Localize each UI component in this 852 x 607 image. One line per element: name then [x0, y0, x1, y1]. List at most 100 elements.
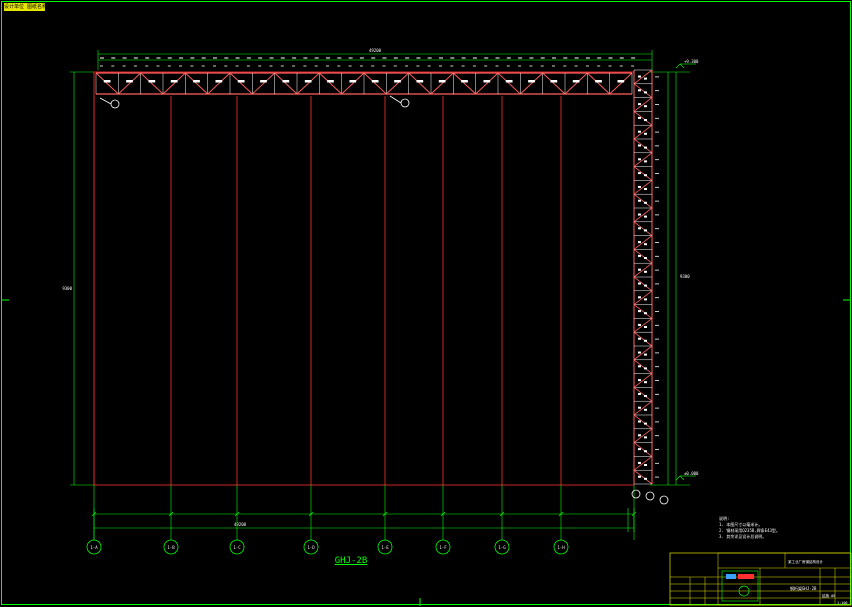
- column-diagonal: [633, 221, 653, 236]
- column-plate: [644, 298, 647, 301]
- axis-label: 1-H: [557, 545, 565, 550]
- gusset-plate: [394, 80, 401, 83]
- column-plate: [638, 241, 641, 244]
- gusset-plate: [505, 80, 513, 83]
- left-dim-text: 9300: [62, 286, 72, 291]
- column-diagonal: [633, 83, 653, 98]
- column-plate: [644, 422, 647, 425]
- column-plate: [638, 475, 641, 478]
- column-plate: [638, 172, 641, 175]
- title-block-scale: 1:100: [837, 601, 848, 605]
- column-plate: [644, 450, 647, 453]
- column-diagonal: [633, 359, 653, 374]
- gusset-plate: [282, 80, 290, 83]
- column-diagonal: [633, 318, 653, 333]
- elevation-mark-top: +9.300: [675, 59, 699, 69]
- column-plate: [638, 296, 641, 299]
- gusset-plate: [126, 80, 133, 83]
- column-plate: [638, 448, 641, 451]
- drawing-title: GHJ-2B: [334, 556, 368, 566]
- truss-diagonal: [609, 72, 633, 95]
- truss-diagonal: [341, 72, 365, 95]
- truss-diagonal: [520, 72, 543, 95]
- right-dim-text: 9300: [680, 274, 690, 279]
- column-plate: [638, 365, 641, 368]
- column-diagonal: [633, 345, 653, 361]
- title-block-project: 某工业厂房钢结构设计: [788, 559, 823, 564]
- truss-diagonal: [453, 72, 476, 95]
- column-diagonal: [633, 152, 653, 167]
- gusset-plate: [528, 80, 535, 83]
- gusset-plate: [170, 80, 178, 83]
- column-plate: [644, 243, 647, 246]
- column-diagonal: [633, 262, 653, 278]
- column-plate: [638, 130, 641, 133]
- right-truss: [633, 69, 659, 485]
- column-plate: [644, 256, 647, 259]
- axis-label: 1-B: [167, 545, 175, 550]
- column-diagonal: [633, 276, 653, 292]
- column-plate: [638, 461, 641, 464]
- truss-diagonal: [497, 72, 521, 95]
- column-plate: [638, 379, 641, 382]
- elevation-outline: [93, 71, 635, 486]
- column-diagonal: [633, 304, 653, 319]
- axis-label: 1-F: [439, 545, 447, 550]
- truss-diagonal: [95, 72, 119, 95]
- column-plate: [638, 103, 641, 106]
- column-diagonal: [633, 235, 653, 250]
- gusset-plate: [327, 80, 334, 83]
- axis-lines: [93, 96, 635, 540]
- truss-diagonal: [296, 72, 320, 95]
- column-plate: [638, 268, 641, 271]
- elevation-bottom-text: ±0.000: [684, 471, 699, 476]
- column-diagonal: [633, 290, 653, 305]
- gusset-plate: [148, 80, 156, 83]
- elevation-top-text: +9.300: [684, 59, 699, 64]
- column-plate: [638, 185, 641, 188]
- column-plate: [644, 146, 647, 149]
- column-diagonal: [633, 97, 653, 112]
- column-plate: [644, 284, 647, 287]
- gusset-plate: [438, 80, 446, 83]
- axis-label: 1-A: [90, 545, 98, 550]
- gusset-plate: [550, 80, 558, 83]
- column-plate: [644, 477, 647, 480]
- column-plate: [644, 77, 647, 80]
- truss-diagonal: [363, 72, 387, 95]
- gusset-plate: [193, 80, 200, 83]
- column-plate: [638, 75, 641, 78]
- column-diagonal: [633, 442, 653, 457]
- column-plate: [644, 436, 647, 439]
- gusset-plate: [260, 80, 267, 83]
- gusset-plate: [461, 80, 468, 83]
- title-block-drawing-name: 钢桁架GHJ-2B: [790, 585, 817, 591]
- truss-diagonal: [475, 72, 499, 95]
- truss-diagonal: [564, 72, 588, 95]
- gusset-plate: [617, 80, 625, 83]
- truss-diagonal: [118, 72, 141, 95]
- column-plate: [644, 105, 647, 108]
- axis-label: 1-C: [233, 545, 241, 550]
- axis-label: 1-G: [498, 545, 506, 550]
- bottom-dimension: [93, 508, 635, 540]
- truss-diagonal: [319, 72, 342, 95]
- column-plate: [638, 227, 641, 230]
- column-plate: [644, 132, 647, 135]
- truss-diagonal: [430, 72, 454, 95]
- column-plate: [638, 158, 641, 161]
- column-plate: [638, 116, 641, 119]
- column-plate: [644, 408, 647, 411]
- column-plate: [638, 199, 641, 202]
- gusset-plate: [371, 80, 379, 83]
- column-diagonal: [633, 193, 653, 209]
- gusset-plate: [304, 80, 312, 83]
- column-diagonal: [633, 124, 653, 140]
- column-diagonal: [633, 400, 653, 416]
- truss-diagonal: [207, 72, 231, 95]
- column-diagonal: [633, 138, 653, 154]
- gusset-plate: [237, 80, 245, 83]
- gusset-plate: [349, 80, 357, 83]
- top-dim-text: 49200: [369, 48, 382, 53]
- column-diagonal: [633, 414, 653, 430]
